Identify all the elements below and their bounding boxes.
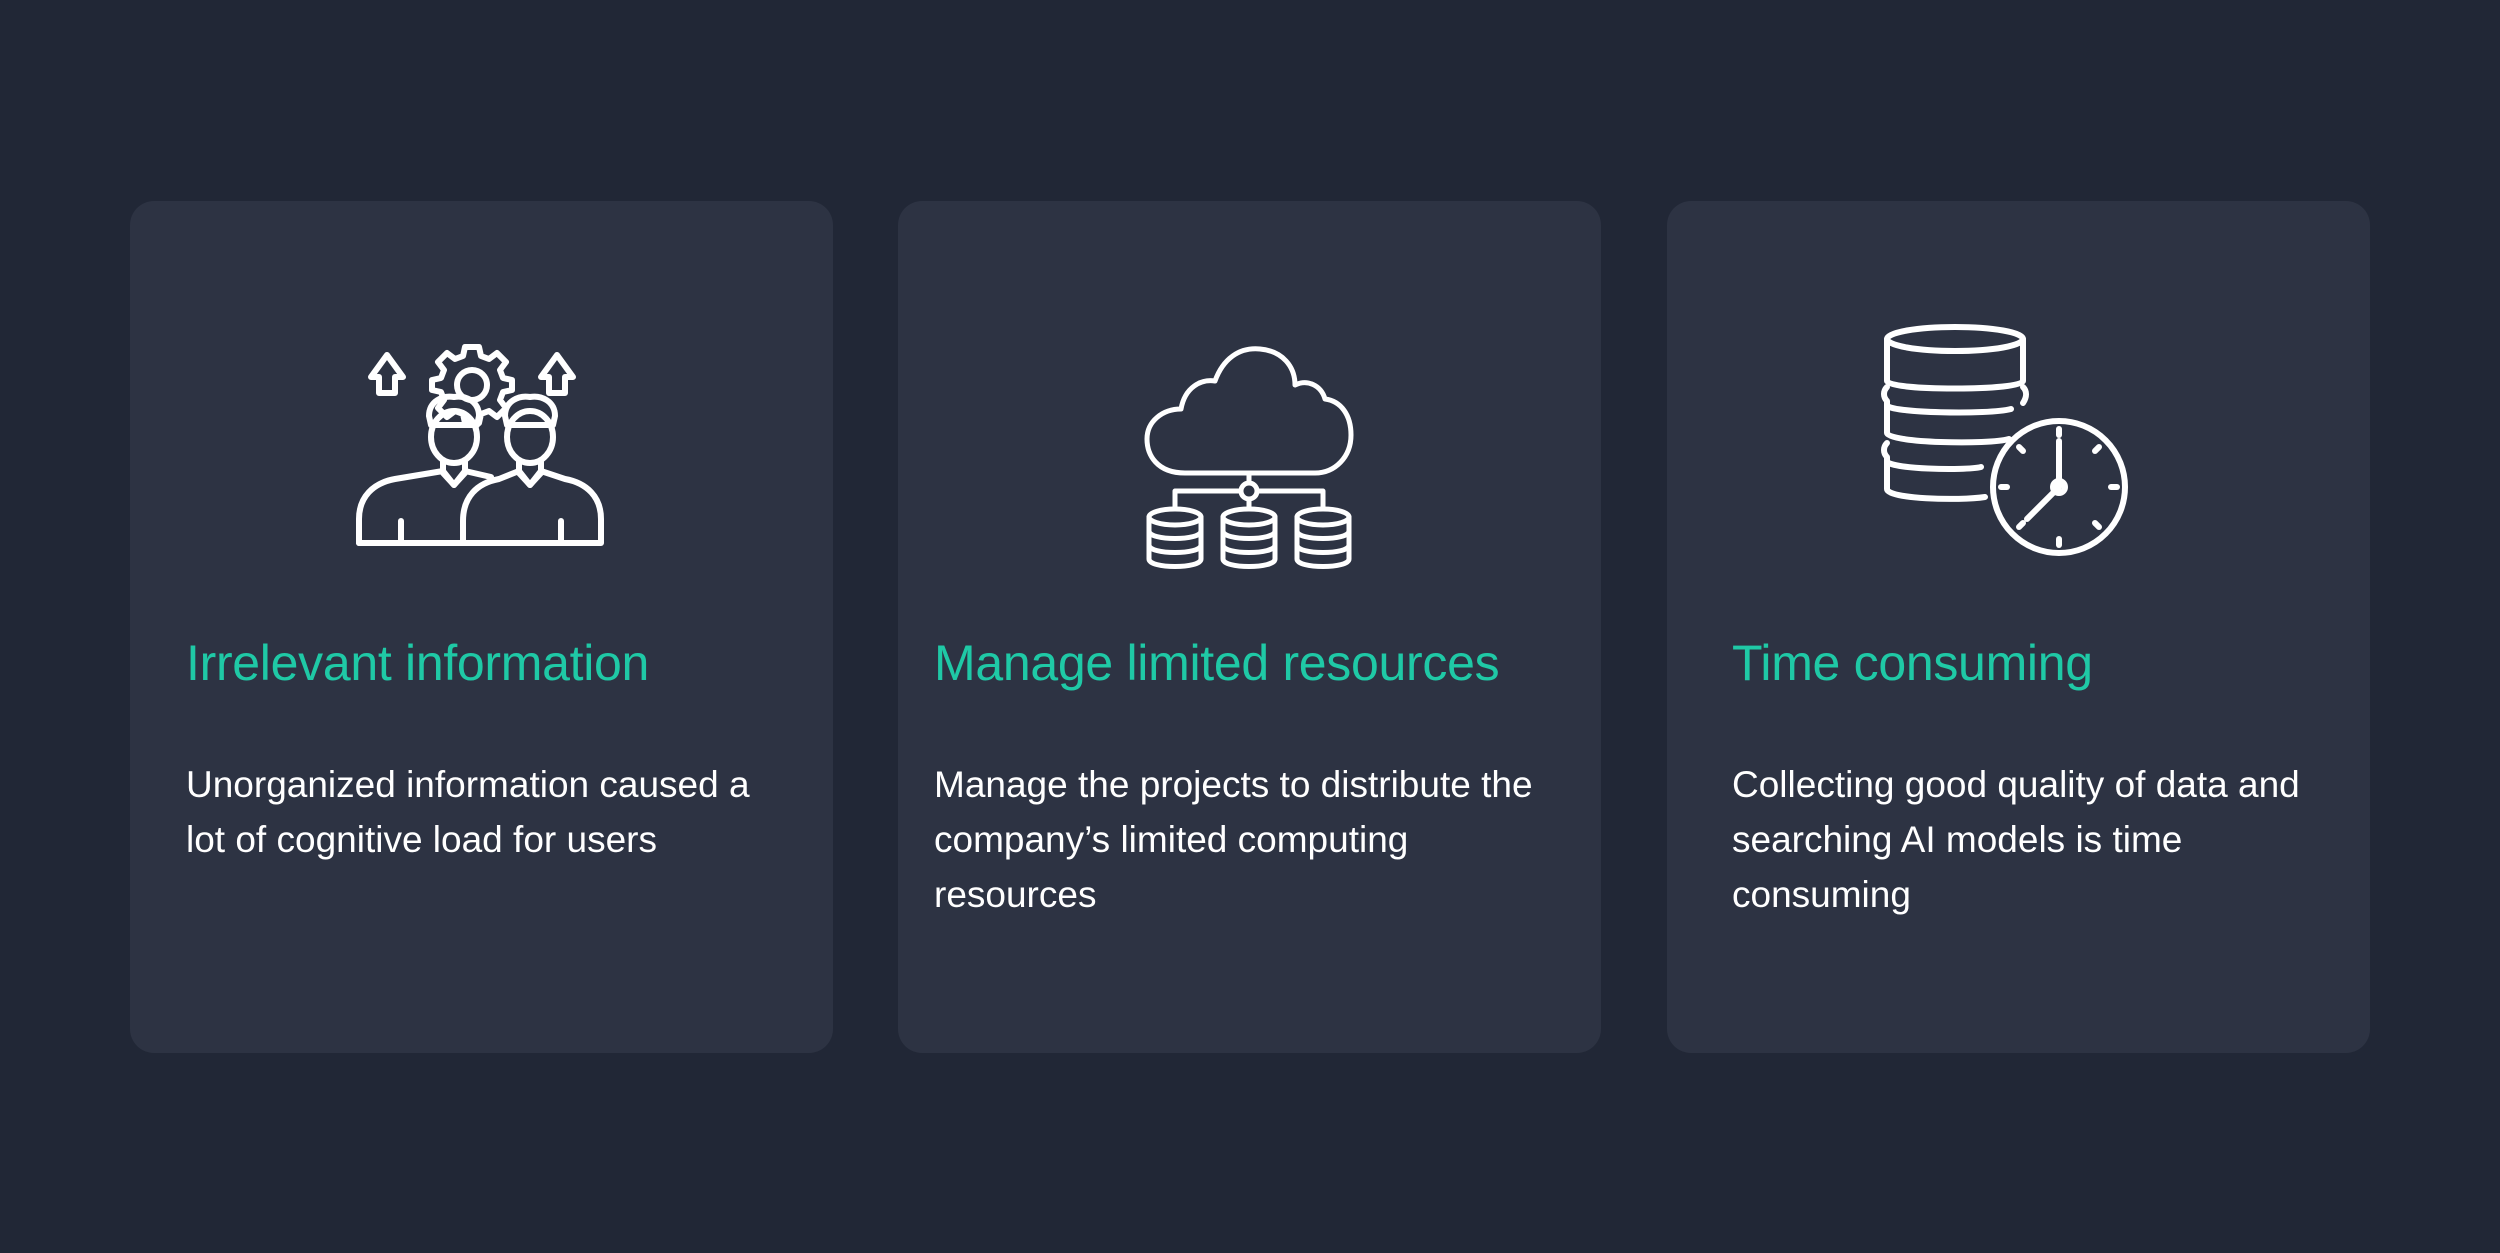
card-description: Unorganized information caused a lot of … xyxy=(186,764,750,860)
card-title: Manage limited resources xyxy=(934,635,1500,691)
cards-container: Irrelevant information Unorganized infor… xyxy=(0,0,2500,1253)
card-time-consuming: Time consuming Collecting good quality o… xyxy=(1667,201,2370,1053)
cloud-database-icon xyxy=(1115,321,1375,581)
card-title: Time consuming xyxy=(1732,635,2093,691)
card-manage-limited-resources: Manage limited resources Manage the proj… xyxy=(898,201,1601,1053)
card-title: Irrelevant information xyxy=(186,635,650,691)
team-settings-icon xyxy=(351,321,611,581)
database-clock-icon xyxy=(1869,321,2129,581)
card-irrelevant-information: Irrelevant information Unorganized infor… xyxy=(130,201,833,1053)
card-description: Manage the projects to distribute the co… xyxy=(934,764,1533,915)
card-description: Collecting good quality of data and sear… xyxy=(1732,764,2300,915)
